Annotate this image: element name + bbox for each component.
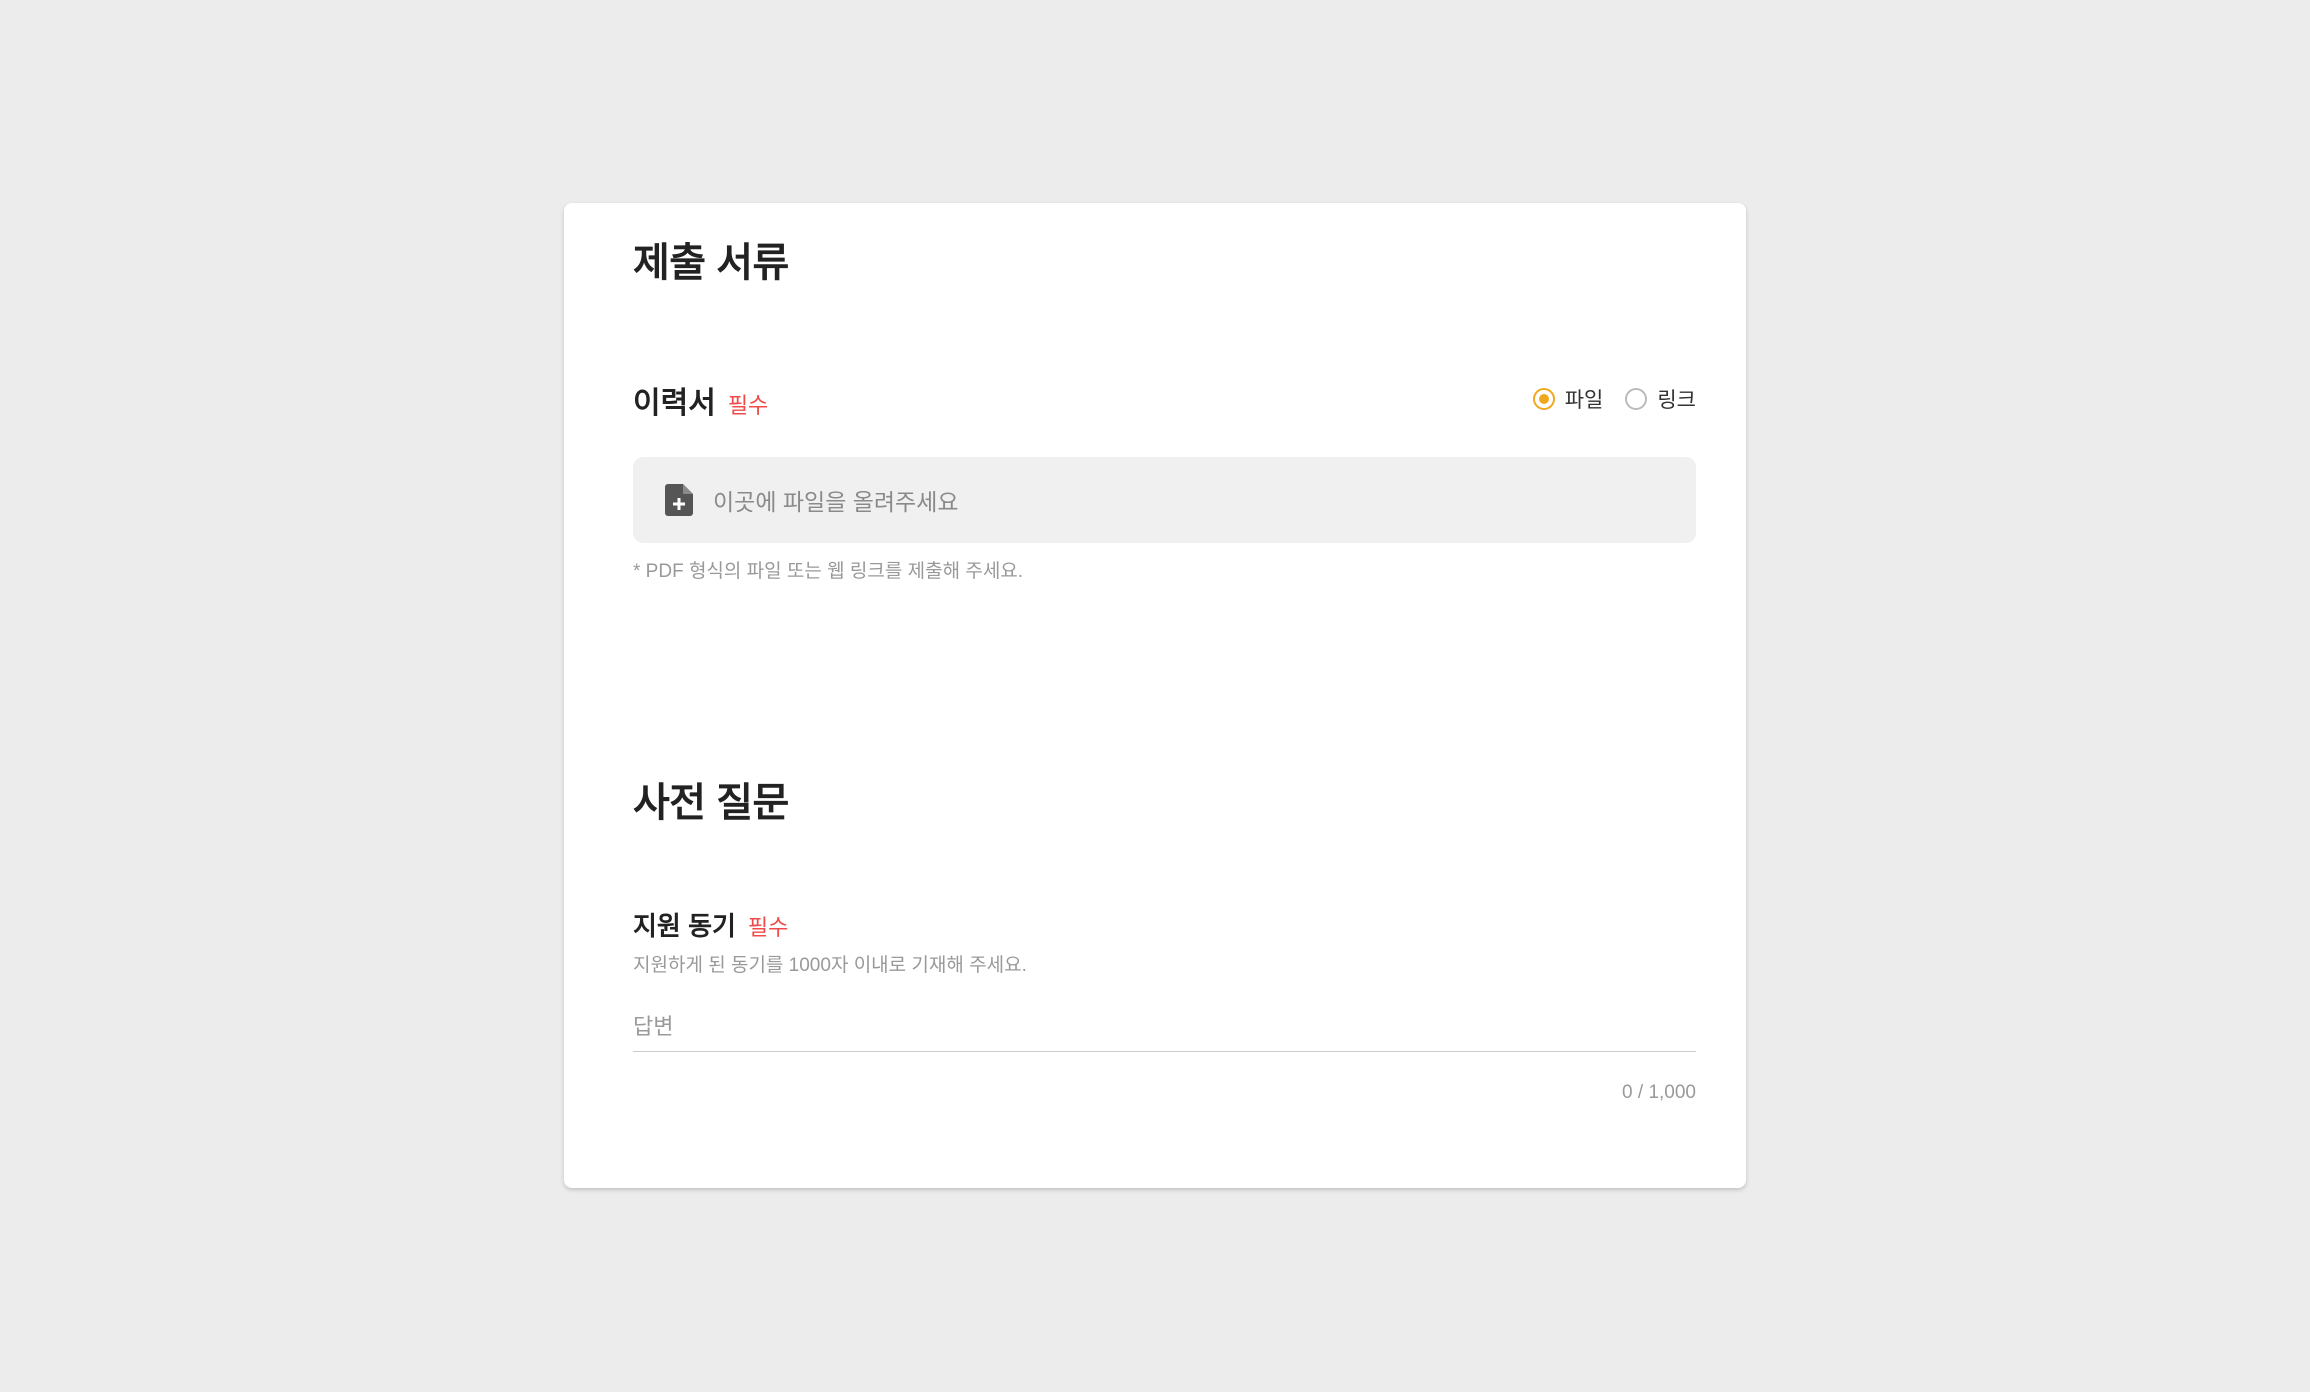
radio-file-label[interactable]: 파일: [1565, 384, 1604, 414]
motive-description: 지원하게 된 동기를 1000자 이내로 기재해 주세요.: [633, 955, 1027, 976]
resume-type-radio-group: 파일 링크: [1532, 384, 1696, 414]
radio-link-label[interactable]: 링크: [1657, 384, 1696, 414]
radio-option-link[interactable]: 링크: [1625, 384, 1696, 414]
section-title-documents: 제출 서류: [633, 241, 789, 285]
resume-hint-text: * PDF 형식의 파일 또는 웹 링크를 제출해 주세요.: [633, 561, 1024, 582]
resume-upload-dropzone[interactable]: 이곳에 파일을 올려주세요: [633, 457, 1696, 543]
upload-placeholder-text: 이곳에 파일을 올려주세요: [713, 489, 959, 515]
file-plus-icon: [665, 484, 693, 516]
motive-required-badge: 필수: [747, 915, 789, 940]
motive-char-counter: 0 / 1,000: [1622, 1082, 1696, 1103]
radio-link-indicator[interactable]: [1625, 388, 1648, 410]
form-content: 제출 서류 이력서 필수 파일 링크 이곳에 파일을 올려주세요 * PDF 형…: [633, 203, 1696, 1188]
resume-label-row: 이력서 필수: [633, 378, 768, 422]
motive-label-row: 지원 동기 필수: [633, 906, 788, 943]
radio-option-file[interactable]: 파일: [1532, 384, 1604, 414]
resume-label: 이력서: [633, 387, 716, 420]
section-title-questions: 사전 질문: [633, 781, 789, 825]
radio-file-indicator[interactable]: [1532, 388, 1555, 410]
application-form-card: 제출 서류 이력서 필수 파일 링크 이곳에 파일을 올려주세요 * PDF 형…: [564, 203, 1746, 1188]
resume-required-badge: 필수: [727, 393, 769, 418]
motive-label: 지원 동기: [633, 911, 736, 941]
motive-answer-input[interactable]: [633, 1003, 1696, 1052]
